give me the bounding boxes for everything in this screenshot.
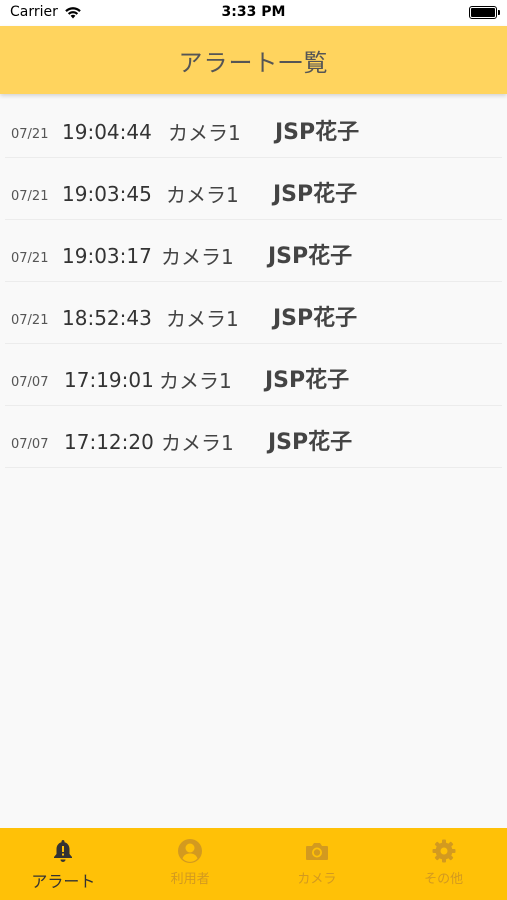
list-item[interactable]: 07/21 19:03:17 カメラ1 JSP花子	[5, 220, 502, 282]
alert-date: 07/21	[11, 189, 49, 204]
status-time: 3:33 PM	[221, 4, 286, 20]
tab-other[interactable]: その他	[380, 828, 507, 900]
list-item[interactable]: 07/21 18:52:43 カメラ1 JSP花子	[5, 282, 502, 344]
alert-camera: カメラ1	[166, 307, 239, 331]
tab-label: その他	[424, 872, 464, 887]
alert-user: JSP花子	[268, 430, 353, 455]
alert-camera: カメラ1	[161, 431, 234, 455]
bell-alert-icon	[54, 840, 73, 862]
alert-list: 07/21 19:04:44 カメラ1 JSP花子 07/21 19:03:45…	[0, 96, 507, 468]
battery-icon	[469, 6, 500, 19]
alert-time: 17:19:01	[64, 368, 154, 392]
alert-date: 07/21	[11, 127, 49, 142]
app-header: アラート一覧	[0, 26, 507, 94]
status-bar: Carrier 3:33 PM	[0, 0, 507, 26]
alert-time: 19:03:17	[62, 244, 152, 268]
alert-camera: カメラ1	[161, 245, 234, 269]
alert-date: 07/07	[11, 375, 49, 390]
alert-camera: カメラ1	[159, 369, 232, 393]
list-item[interactable]: 07/21 19:04:44 カメラ1 JSP花子	[5, 96, 502, 158]
camera-icon	[305, 843, 328, 860]
alert-user: JSP花子	[265, 368, 350, 393]
user-circle-icon	[178, 839, 203, 863]
tab-alert[interactable]: アラート	[0, 828, 127, 900]
gear-icon	[432, 839, 456, 863]
list-item[interactable]: 07/21 19:03:45 カメラ1 JSP花子	[5, 158, 502, 220]
tab-camera[interactable]: カメラ	[254, 828, 381, 900]
list-item[interactable]: 07/07 17:12:20 カメラ1 JSP花子	[5, 406, 502, 468]
tab-label: 利用者	[170, 872, 210, 887]
alert-time: 19:04:44	[62, 120, 152, 144]
alert-user: JSP花子	[273, 306, 358, 331]
alert-camera: カメラ1	[168, 121, 241, 145]
alert-user: JSP花子	[268, 244, 353, 269]
alert-date: 07/21	[11, 313, 49, 328]
alert-user: JSP花子	[275, 120, 360, 145]
tab-label: アラート	[31, 872, 96, 891]
alert-date: 07/21	[11, 251, 49, 266]
list-item[interactable]: 07/07 17:19:01 カメラ1 JSP花子	[5, 344, 502, 406]
tab-bar: アラート 利用者 カメラ その他	[0, 828, 507, 900]
tab-label: カメラ	[297, 872, 337, 887]
alert-date: 07/07	[11, 437, 49, 452]
page-title: アラート一覧	[178, 48, 329, 77]
alert-camera: カメラ1	[166, 183, 239, 207]
alert-user: JSP花子	[273, 182, 358, 207]
alert-time: 17:12:20	[64, 430, 154, 454]
alert-time: 18:52:43	[62, 306, 152, 330]
alert-time: 19:03:45	[62, 182, 152, 206]
tab-users[interactable]: 利用者	[127, 828, 254, 900]
